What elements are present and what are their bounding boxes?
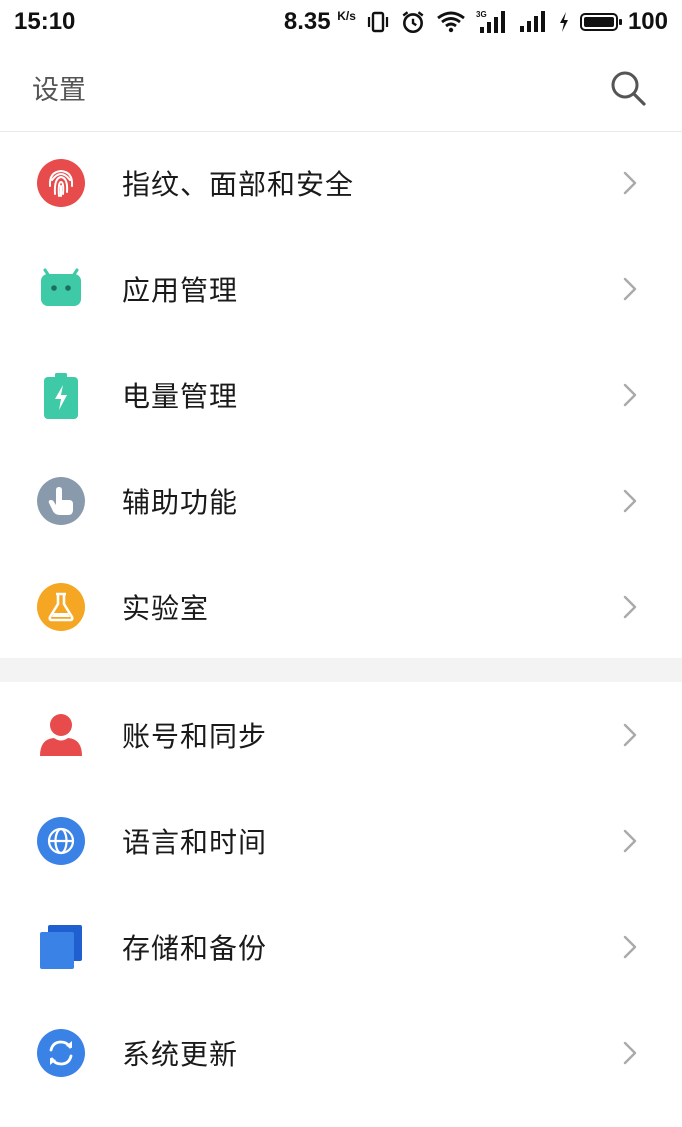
chevron-right-icon — [623, 171, 637, 195]
search-icon — [611, 71, 646, 106]
settings-item-accessibility[interactable]: 辅助功能 — [0, 448, 682, 554]
signal-icon — [518, 10, 548, 34]
settings-item-label: 实验室 — [122, 592, 210, 625]
alarm-icon — [400, 9, 426, 35]
hand-touch-icon — [36, 476, 86, 526]
android-icon — [36, 264, 86, 314]
settings-item-label: 辅助功能 — [122, 486, 239, 519]
settings-group-1: 指纹、面部和安全 应用管理 电量管理 辅助功能 实验室 — [0, 130, 682, 660]
chevron-right-icon — [623, 1041, 637, 1065]
search-button[interactable] — [606, 66, 650, 110]
group-divider — [0, 658, 682, 682]
chevron-right-icon — [623, 383, 637, 407]
battery-charge-icon — [36, 370, 86, 420]
status-icons: 8.35 K/s 3G 100 — [284, 8, 668, 36]
net-speed: 8.35 K/s — [283, 8, 356, 35]
settings-item-label: 电量管理 — [122, 380, 239, 413]
header: 设置 — [0, 44, 682, 132]
settings-item-label: 指纹、面部和安全 — [122, 168, 355, 201]
update-icon — [36, 1028, 86, 1078]
chevron-right-icon — [623, 277, 637, 301]
status-time: 15:10 — [14, 8, 76, 35]
svg-text:3G: 3G — [476, 10, 487, 19]
wifi-icon — [436, 10, 466, 34]
settings-item-label: 应用管理 — [122, 274, 239, 307]
settings-item-storage-backup[interactable]: 存储和备份 — [0, 894, 682, 1000]
globe-icon — [36, 816, 86, 866]
account-icon — [36, 710, 86, 760]
settings-item-battery-management[interactable]: 电量管理 — [0, 342, 682, 448]
vibrate-icon — [366, 10, 390, 34]
settings-item-label: 语言和时间 — [122, 826, 268, 859]
battery-icon — [579, 13, 622, 31]
charging-icon — [558, 11, 570, 33]
chevron-right-icon — [623, 595, 637, 619]
fingerprint-icon — [36, 158, 86, 208]
settings-item-label: 存储和备份 — [122, 932, 268, 965]
settings-item-language-time[interactable]: 语言和时间 — [0, 788, 682, 894]
settings-item-app-management[interactable]: 应用管理 — [0, 236, 682, 342]
chevron-right-icon — [623, 723, 637, 747]
signal-3g-icon: 3G — [476, 9, 508, 35]
chevron-right-icon — [623, 935, 637, 959]
battery-level: 100 — [627, 8, 668, 35]
storage-icon — [36, 922, 86, 972]
page-title: 设置 — [32, 75, 86, 106]
settings-item-account-sync[interactable]: 账号和同步 — [0, 682, 682, 788]
chevron-right-icon — [623, 489, 637, 513]
settings-item-fingerprint-security[interactable]: 指纹、面部和安全 — [0, 130, 682, 236]
settings-group-2: 账号和同步 语言和时间 存储和备份 系统更新 — [0, 682, 682, 1106]
chevron-right-icon — [623, 829, 637, 853]
settings-item-system-update[interactable]: 系统更新 — [0, 1000, 682, 1106]
settings-item-lab[interactable]: 实验室 — [0, 554, 682, 660]
settings-item-label: 系统更新 — [122, 1038, 239, 1071]
flask-icon — [36, 582, 86, 632]
settings-item-label: 账号和同步 — [122, 720, 268, 753]
status-bar: 15:10 8.35 K/s 3G 100 — [0, 0, 682, 44]
